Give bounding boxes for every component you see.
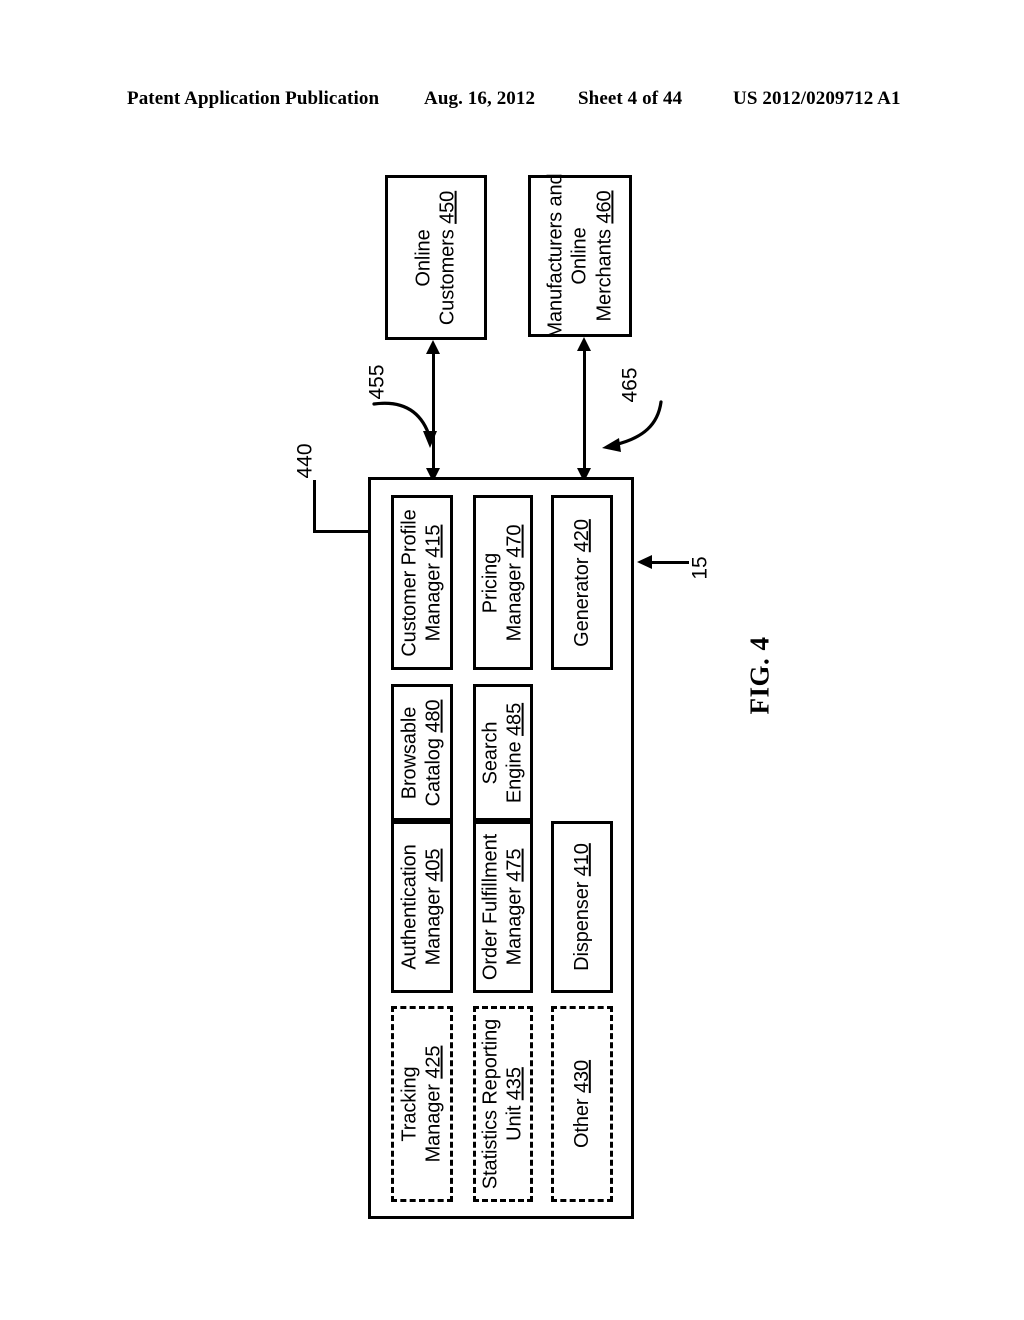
- box-search-engine: Search Engine 485: [473, 684, 533, 821]
- leader-440-horizontal: [313, 530, 370, 533]
- box-dispenser-label: Dispenser 410: [570, 843, 593, 971]
- box-tracking-manager-label: Tracking Manager 425: [398, 1045, 445, 1163]
- page-header: Patent Application Publication Aug. 16, …: [0, 88, 1024, 114]
- box-customer-profile-manager-label: Customer Profile Manager 415: [398, 508, 445, 657]
- leader-curve-465: [602, 400, 663, 452]
- box-browsable-catalog: Browsable Catalog 480: [391, 684, 453, 821]
- platform-container: Customer Profile Manager 415 Pricing Man…: [368, 477, 634, 1219]
- ref-label-455: 455: [365, 364, 389, 400]
- header-date-text: Aug. 16, 2012: [424, 88, 536, 109]
- ref-label-15: 15: [688, 556, 712, 580]
- box-order-fulfillment-manager-label: Order Fulfillment Manager 475: [479, 833, 526, 981]
- box-search-engine-label: Search Engine 485: [479, 702, 526, 803]
- box-order-fulfillment-manager: Order Fulfillment Manager 475: [473, 821, 533, 993]
- box-pricing-manager: Pricing Manager 470: [473, 495, 533, 670]
- box-tracking-manager: Tracking Manager 425: [391, 1006, 453, 1202]
- header-publication-number: US 2012/0209712 A1: [733, 88, 901, 109]
- box-customer-profile-manager: Customer Profile Manager 415: [391, 495, 453, 670]
- box-browsable-catalog-label: Browsable Catalog 480: [398, 699, 445, 806]
- box-generator: Generator 420: [551, 495, 613, 670]
- leader-curve-455: [372, 401, 437, 448]
- box-pricing-manager-label: Pricing Manager 470: [479, 524, 526, 641]
- box-online-customers-label: Online Customers 450: [412, 190, 459, 325]
- figure-caption: FIG. 4: [744, 636, 775, 715]
- box-authentication-manager-label: Authentication Manager 405: [398, 844, 445, 970]
- header-publication-text: Patent Application Publication: [127, 88, 380, 109]
- box-generator-label: Generator 420: [570, 518, 593, 647]
- arrow-465-shaft: [583, 343, 586, 471]
- box-statistics-reporting-unit-label: Statistics Reporting Unit 435: [479, 1018, 526, 1190]
- leader-440-vertical: [313, 480, 316, 532]
- box-online-customers: Online Customers 450: [385, 175, 487, 340]
- box-manufacturers-and-online-merchants: Manufacturers and Online Merchants 460: [528, 173, 632, 339]
- arrow-15-head: [637, 555, 652, 569]
- box-authentication-manager: Authentication Manager 405: [391, 821, 453, 993]
- ref-label-440: 440: [293, 443, 317, 479]
- arrow-15-shaft: [651, 561, 689, 564]
- box-other-label: Other 430: [570, 1059, 593, 1149]
- box-dispenser: Dispenser 410: [551, 821, 613, 993]
- box-statistics-reporting-unit: Statistics Reporting Unit 435: [473, 1006, 533, 1202]
- ref-label-465: 465: [618, 367, 642, 403]
- header-sheet-text: Sheet 4 of 44: [578, 88, 683, 109]
- box-manufacturers-and-online-merchants-label: Manufacturers and Online Merchants 460: [544, 173, 616, 339]
- box-other: Other 430: [551, 1006, 613, 1202]
